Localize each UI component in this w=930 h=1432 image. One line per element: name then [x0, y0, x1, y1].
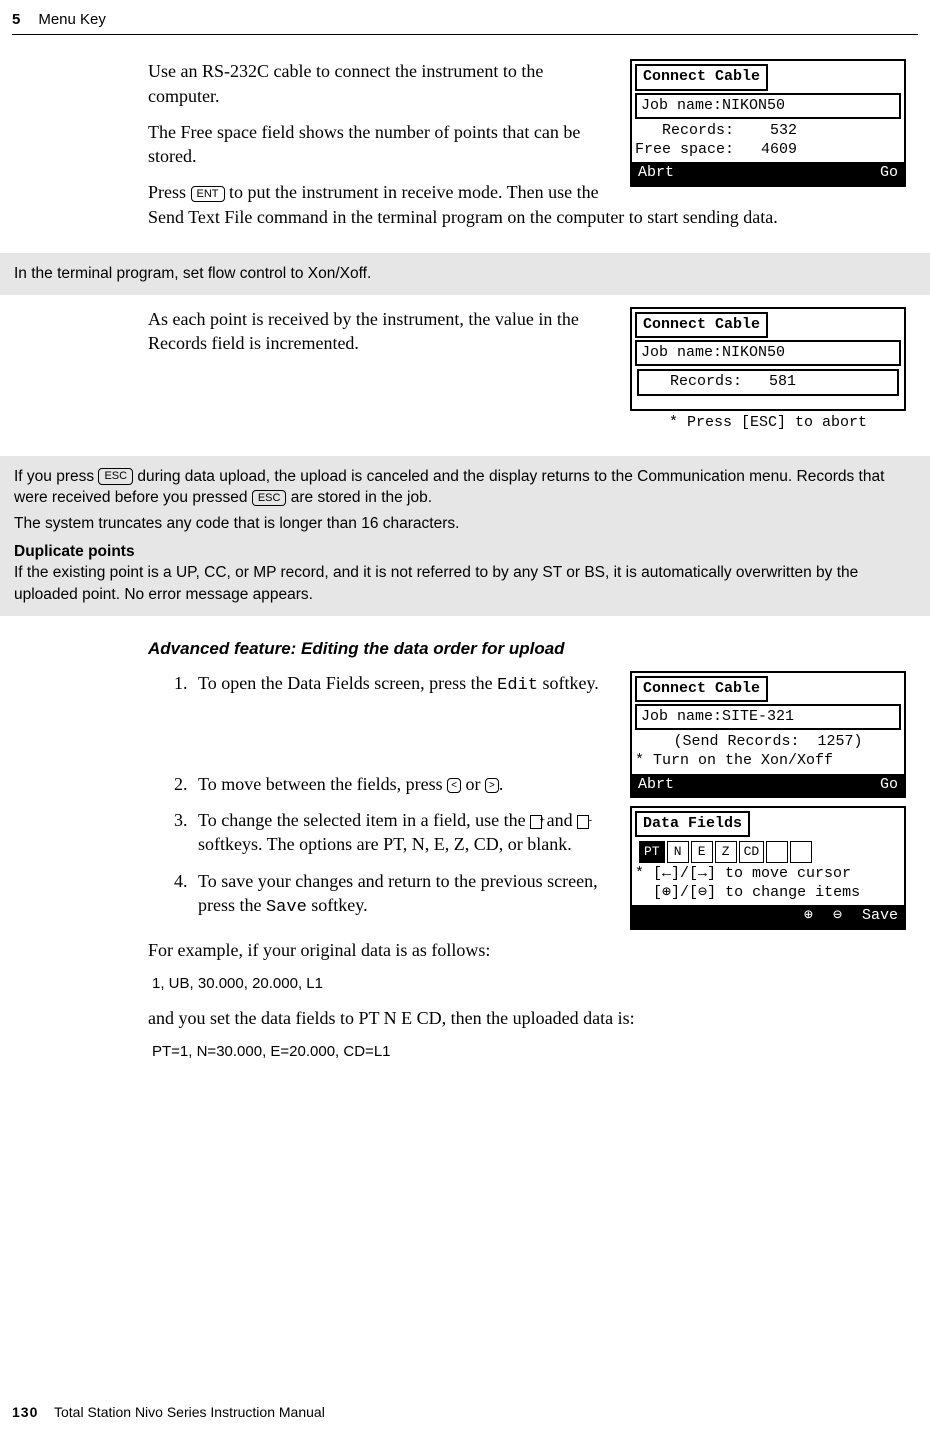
- df-cell-cd: CD: [739, 841, 765, 863]
- paragraph-6: and you set the data fields to PT N E CD…: [148, 1006, 906, 1030]
- chapter-number: 5: [12, 10, 20, 30]
- page-header: 5 Menu Key: [0, 0, 930, 32]
- header-rule: [12, 34, 918, 35]
- fig3-send: (Send Records: 1257): [635, 733, 901, 752]
- fig3-hint: * Turn on the Xon/Xoff: [635, 752, 901, 771]
- fig1-free: Free space: 4609: [635, 141, 901, 160]
- fig1-records: Records: 532: [635, 122, 901, 141]
- fig4-bottom-bar: ⊕ ⊖ Save: [632, 905, 904, 927]
- fig4-hint1: * [←]/[→] to move cursor: [635, 865, 901, 884]
- df-cell-pt: PT: [639, 841, 665, 863]
- fig2-records: Records: 581: [637, 369, 899, 396]
- paragraph-5: For example, if your original data is as…: [148, 938, 906, 962]
- note-flow-control: In the terminal program, set flow contro…: [0, 253, 930, 295]
- fig1-title: Connect Cable: [635, 64, 768, 90]
- paragraph-3: Press ENT to put the instrument in recei…: [148, 180, 906, 229]
- fig3-abrt: Abrt: [638, 775, 674, 795]
- df-cell-n: N: [667, 841, 689, 863]
- fig1-go: Go: [880, 163, 898, 183]
- doc-title: Total Station Nivo Series Instruction Ma…: [54, 1404, 325, 1420]
- esc-key-icon-2: ESC: [252, 490, 287, 506]
- fig1-bottom-bar: Abrt Go: [632, 162, 904, 184]
- esc-key-icon: ESC: [98, 468, 133, 484]
- fig4-hint2: [⊕]/[⊖] to change items: [635, 884, 901, 903]
- df-cell-e: E: [691, 841, 713, 863]
- fig3-bottom-bar: Abrt Go: [632, 774, 904, 796]
- page-number: 130: [12, 1404, 38, 1420]
- df-cell-z: Z: [715, 841, 737, 863]
- page-minus-icon: [577, 815, 589, 829]
- note-esc-upload: If you press ESC during data upload, the…: [0, 456, 930, 616]
- example-input: 1, UB, 30.000, 20.000, L1: [152, 974, 906, 994]
- fig2-hint: * Press [ESC] to abort: [630, 411, 906, 436]
- fig4-plus: ⊕: [804, 906, 813, 926]
- page-footer: 130 Total Station Nivo Series Instructio…: [12, 1403, 325, 1422]
- fig4-save: Save: [862, 906, 898, 926]
- fig3-go: Go: [880, 775, 898, 795]
- example-output: PT=1, N=30.000, E=20.000, CD=L1: [152, 1042, 906, 1062]
- fig1-job: Job name:NIKON50: [635, 93, 901, 119]
- figure-connect-cable-1: Connect Cable Job name:NIKON50 Records: …: [630, 59, 906, 186]
- figure-data-fields: Data Fields PT N E Z CD * [←]/[→] to mov…: [630, 806, 906, 930]
- fig2-title: Connect Cable: [635, 312, 768, 338]
- df-cell-blank1: [766, 841, 788, 863]
- chapter-title: Menu Key: [38, 10, 106, 30]
- figure-connect-cable-2: Connect Cable Job name:NIKON50 Records: …: [630, 307, 906, 436]
- figure-connect-cable-3: Connect Cable Job name:SITE-321 (Send Re…: [630, 671, 906, 798]
- fig4-cells: PT N E Z CD: [635, 839, 901, 865]
- subsection-heading: Advanced feature: Editing the data order…: [148, 638, 906, 661]
- fig4-minus: ⊖: [833, 906, 842, 926]
- right-key-icon: >: [485, 778, 499, 793]
- left-key-icon: <: [447, 778, 461, 793]
- fig3-title: Connect Cable: [635, 676, 768, 702]
- df-cell-blank2: [790, 841, 812, 863]
- fig4-title: Data Fields: [635, 811, 750, 837]
- ent-key-icon: ENT: [191, 186, 225, 202]
- fig1-abrt: Abrt: [638, 163, 674, 183]
- fig2-job: Job name:NIKON50: [635, 340, 901, 366]
- page-plus-icon: [530, 815, 542, 829]
- fig3-job: Job name:SITE-321: [635, 704, 901, 730]
- duplicate-points-heading: Duplicate points: [14, 541, 916, 563]
